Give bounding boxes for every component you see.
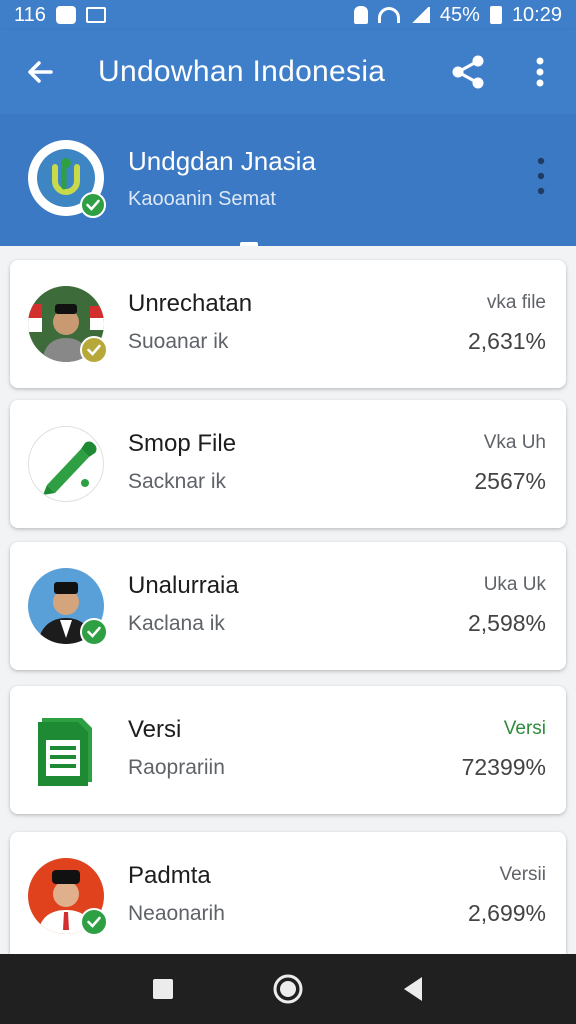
item-subtitle: Raoprariin [128,756,225,779]
app-title: Undowhan Indonesia [98,55,386,88]
header-more-button[interactable] [526,154,556,198]
avatar [28,426,104,502]
status-badge [80,336,108,364]
item-subtitle: Sacknar ik [128,470,227,493]
share-icon [452,55,484,89]
list-item[interactable]: Unrechatan Suoanar ik vka file 2,631% [10,260,566,388]
check-icon [87,626,101,638]
avatar [28,712,104,788]
item-value: 2,598% [467,610,546,636]
avatar-image [28,426,104,502]
more-options-button[interactable] [504,30,576,114]
avatar [28,858,108,936]
battery-percent: 45% [439,3,480,26]
notification-icon [55,6,76,24]
item-tag: Vka Uh [483,432,546,453]
item-title: Versi [128,716,182,743]
status-bar: 116 45% 10:29 [0,0,576,30]
system-nav-bar [0,954,576,1024]
item-tag: vka file [486,292,546,313]
item-title: Smop File [128,430,237,457]
image-notification-icon [85,7,106,23]
app-logo [28,140,106,218]
mute-icon [353,6,368,24]
circle-icon [273,974,303,1004]
avatar [28,568,108,646]
status-badge [80,908,108,936]
item-title: Unrechatan [128,290,253,317]
item-value: 2,631% [467,328,546,354]
clock: 10:29 [511,3,562,26]
item-title: Padmta [128,862,211,889]
header-title: Undgdan Jnasia [128,146,316,176]
item-tag: Uka Uk [483,574,546,595]
page-indicator [240,242,258,246]
triangle-back-icon [404,977,423,1001]
item-value: 2,699% [467,900,546,926]
document-icon [38,718,92,786]
avatar [28,286,108,364]
back-arrow-icon [28,61,53,83]
pen-icon [43,441,97,495]
wifi-icon [377,7,400,23]
header-subtitle: Kaooanin Semat [128,188,276,210]
status-badge [80,618,108,646]
item-tag: Versi [503,718,546,739]
list-item[interactable]: Unalurraia Kaclana ik Uka Uk 2,598% [10,542,566,670]
verified-badge [80,192,106,218]
more-vert-icon [537,157,545,195]
home-button[interactable] [258,959,318,1019]
check-icon [86,199,100,211]
item-subtitle: Kaclana ik [128,612,225,635]
profile-header: Undgdan Jnasia Kaooanin Semat [0,114,576,246]
check-icon [87,344,101,356]
back-nav-button[interactable] [383,959,443,1019]
list-item[interactable]: Smop File Sacknar ik Vka Uh 2567% [10,400,566,528]
signal-icon [409,7,430,23]
item-tag: Versii [499,864,546,885]
item-value: 2567% [474,468,546,494]
more-vert-icon [536,57,544,87]
share-button[interactable] [432,30,504,114]
status-right: 45% 10:29 [353,3,562,27]
item-value: 72399% [461,754,546,780]
check-icon [87,916,101,928]
list-item[interactable]: Versi Raoprariin Versi 72399% [10,686,566,814]
item-subtitle: Neaonarih [128,902,225,925]
status-left-text: 116 [14,3,46,26]
app-bar: Undowhan Indonesia [0,30,576,114]
list-item[interactable]: Padmta Neaonarih Versii 2,699% [10,832,566,960]
u-logo-icon [52,158,80,195]
item-subtitle: Suoanar ik [128,330,229,353]
battery-icon [489,6,502,24]
back-button[interactable] [0,30,80,114]
square-icon [152,979,173,999]
status-left: 116 [14,4,106,27]
item-title: Unalurraia [128,572,239,599]
recents-button[interactable] [133,959,193,1019]
